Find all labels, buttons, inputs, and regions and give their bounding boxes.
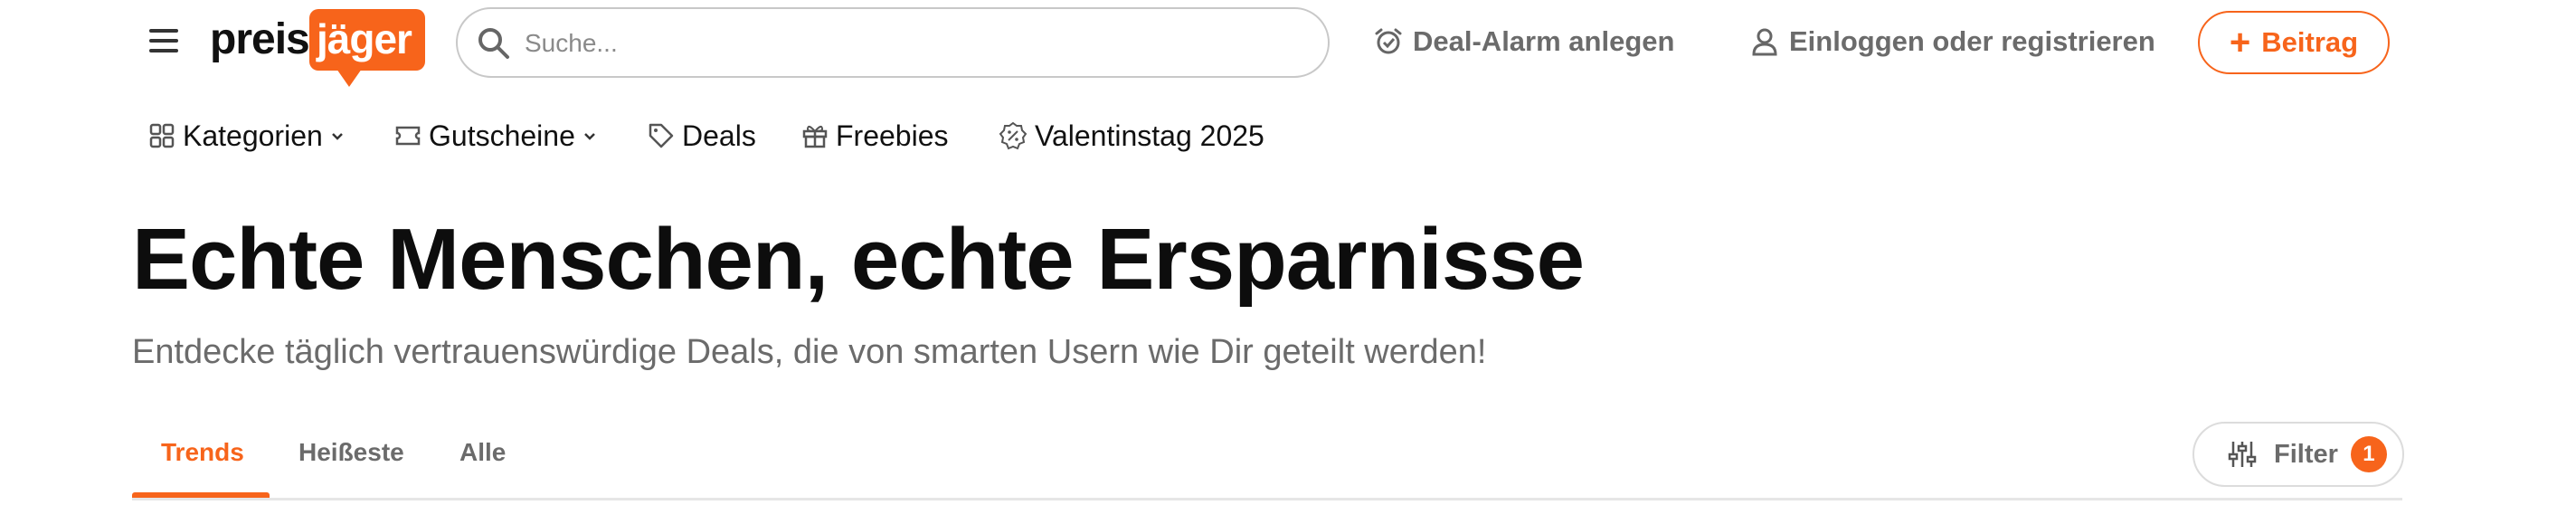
- ticket-icon: [395, 126, 421, 146]
- chevron-down-icon: [583, 133, 595, 140]
- nav-label: Freebies: [836, 119, 949, 152]
- page-title: Echte Menschen, echte Ersparnisse: [132, 211, 1585, 308]
- tab-divider: [132, 498, 2402, 500]
- hamburger-icon[interactable]: [145, 25, 183, 58]
- login-button[interactable]: Einloggen oder registrieren: [1749, 24, 2155, 60]
- plus-icon: +: [2229, 23, 2251, 62]
- nav-label: Kategorien: [183, 119, 323, 152]
- search-bar[interactable]: [456, 7, 1330, 78]
- filter-button[interactable]: Filter 1: [2192, 422, 2404, 487]
- login-label: Einloggen oder registrieren: [1789, 25, 2155, 57]
- user-icon: [1752, 28, 1777, 56]
- chevron-down-icon: [331, 133, 343, 140]
- search-input[interactable]: [523, 22, 1304, 65]
- post-button[interactable]: + Beitrag: [2198, 11, 2390, 74]
- sliders-icon: [2228, 442, 2257, 467]
- nav-item-gutscheine[interactable]: Gutscheine: [394, 116, 597, 156]
- search-icon: [478, 28, 509, 59]
- nav-item-kategorien[interactable]: Kategorien: [148, 116, 345, 156]
- active-tab-indicator: [132, 492, 270, 498]
- filter-label: Filter: [2274, 439, 2338, 469]
- tab-alle[interactable]: Alle: [459, 438, 506, 467]
- page-subtitle: Entdecke täglich vertrauenswürdige Deals…: [132, 333, 1487, 371]
- nav-item-freebies[interactable]: Freebies: [801, 116, 949, 156]
- tag-icon: [649, 123, 674, 148]
- nav-item-valentinstag[interactable]: Valentinstag 2025: [999, 116, 1264, 156]
- nav-item-deals[interactable]: Deals: [648, 116, 756, 156]
- logo[interactable]: preis jäger: [208, 9, 430, 87]
- percent-badge-icon: [999, 121, 1028, 150]
- nav-label: Valentinstag 2025: [1035, 119, 1264, 152]
- logo-text-jager: jäger: [317, 15, 412, 62]
- alarm-clock-icon: [1375, 28, 1402, 54]
- grid-icon: [149, 123, 175, 148]
- nav-label: Deals: [682, 119, 756, 152]
- filter-count-badge: 1: [2350, 436, 2387, 472]
- nav-label: Gutscheine: [429, 119, 575, 152]
- tab-heisseste[interactable]: Heißeste: [298, 438, 404, 467]
- logo-text-preis: preis: [210, 15, 310, 63]
- deal-alarm-label: Deal-Alarm anlegen: [1413, 25, 1675, 57]
- post-button-label: Beitrag: [2261, 26, 2359, 58]
- tab-trends[interactable]: Trends: [161, 438, 244, 467]
- deal-alarm-button[interactable]: Deal-Alarm anlegen: [1373, 24, 1674, 60]
- gift-icon: [802, 126, 828, 148]
